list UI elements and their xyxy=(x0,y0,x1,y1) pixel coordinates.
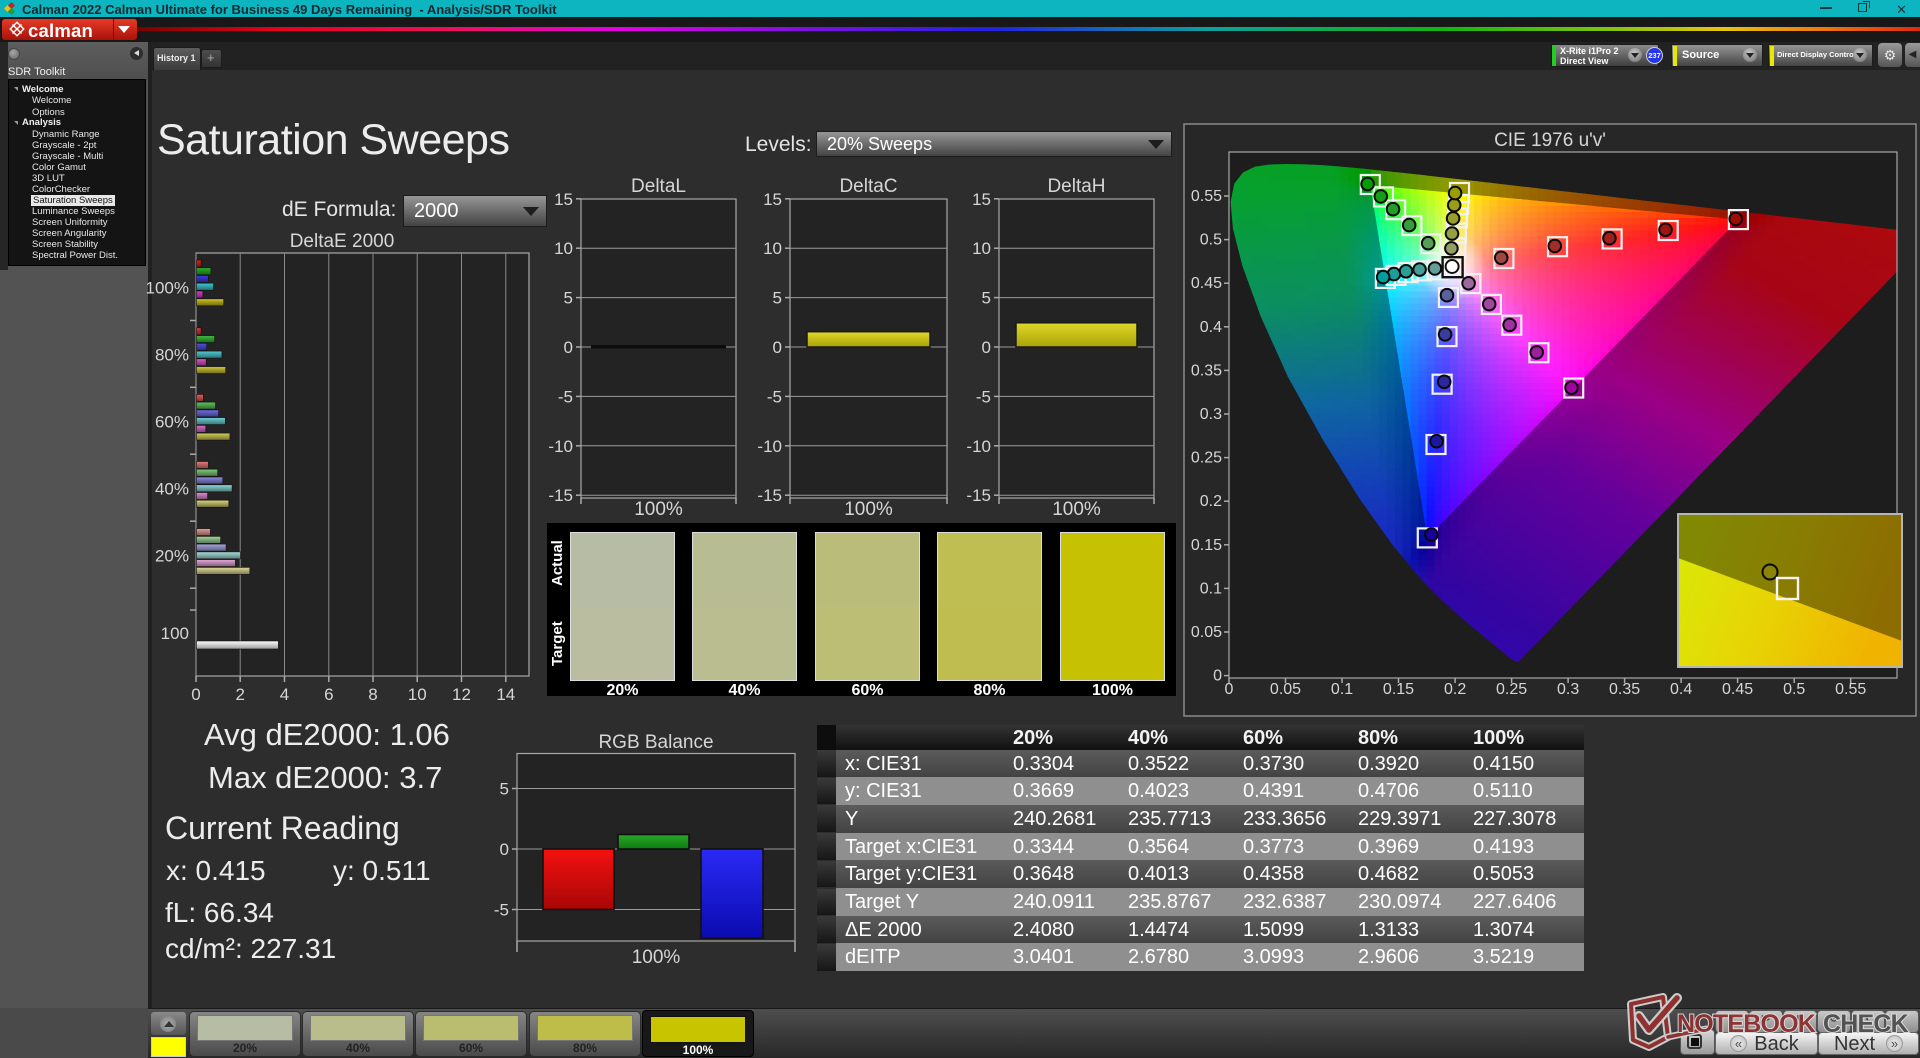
svg-text:10: 10 xyxy=(763,239,782,258)
svg-text:5: 5 xyxy=(500,780,509,799)
svg-text:DeltaE 2000: DeltaE 2000 xyxy=(290,231,395,252)
svg-text:0: 0 xyxy=(191,685,200,704)
svg-text:12: 12 xyxy=(452,685,471,704)
svg-text:100: 100 xyxy=(161,624,189,643)
svg-text:-5: -5 xyxy=(976,387,991,406)
svg-text:60%: 60% xyxy=(155,412,189,431)
svg-text:CIE 1976 u'v': CIE 1976 u'v' xyxy=(1494,130,1606,151)
svg-text:0: 0 xyxy=(773,338,782,357)
svg-text:15: 15 xyxy=(972,190,991,209)
svg-text:0: 0 xyxy=(982,338,991,357)
svg-text:10: 10 xyxy=(554,239,573,258)
svg-text:100%: 100% xyxy=(146,279,189,298)
svg-text:-5: -5 xyxy=(767,387,782,406)
svg-text:15: 15 xyxy=(763,190,782,209)
svg-text:6: 6 xyxy=(324,685,333,704)
svg-text:-10: -10 xyxy=(757,437,782,456)
svg-text:-5: -5 xyxy=(494,901,509,920)
svg-text:100%: 100% xyxy=(1052,499,1101,520)
svg-text:-15: -15 xyxy=(757,486,782,505)
svg-text:0: 0 xyxy=(564,338,573,357)
svg-text:8: 8 xyxy=(368,685,377,704)
svg-text:15: 15 xyxy=(554,190,573,209)
svg-text:DeltaH: DeltaH xyxy=(1047,176,1105,197)
svg-text:0: 0 xyxy=(500,840,509,859)
svg-text:-5: -5 xyxy=(558,387,573,406)
svg-text:DeltaC: DeltaC xyxy=(839,176,897,197)
svg-text:100%: 100% xyxy=(844,499,893,520)
svg-text:20%: 20% xyxy=(155,546,189,565)
svg-text:RGB Balance: RGB Balance xyxy=(598,732,713,753)
svg-text:100%: 100% xyxy=(634,499,683,520)
svg-text:10: 10 xyxy=(408,685,427,704)
svg-text:2: 2 xyxy=(235,685,244,704)
svg-text:80%: 80% xyxy=(155,346,189,365)
svg-text:5: 5 xyxy=(982,289,991,308)
svg-text:40%: 40% xyxy=(155,479,189,498)
svg-text:5: 5 xyxy=(773,289,782,308)
svg-text:-10: -10 xyxy=(548,437,573,456)
svg-text:14: 14 xyxy=(496,685,515,704)
svg-text:DeltaL: DeltaL xyxy=(631,176,686,197)
svg-text:100%: 100% xyxy=(632,947,681,968)
svg-text:5: 5 xyxy=(564,289,573,308)
svg-text:-10: -10 xyxy=(966,437,991,456)
svg-text:10: 10 xyxy=(972,239,991,258)
svg-text:-15: -15 xyxy=(966,486,991,505)
svg-text:-15: -15 xyxy=(548,486,573,505)
svg-text:4: 4 xyxy=(280,685,289,704)
